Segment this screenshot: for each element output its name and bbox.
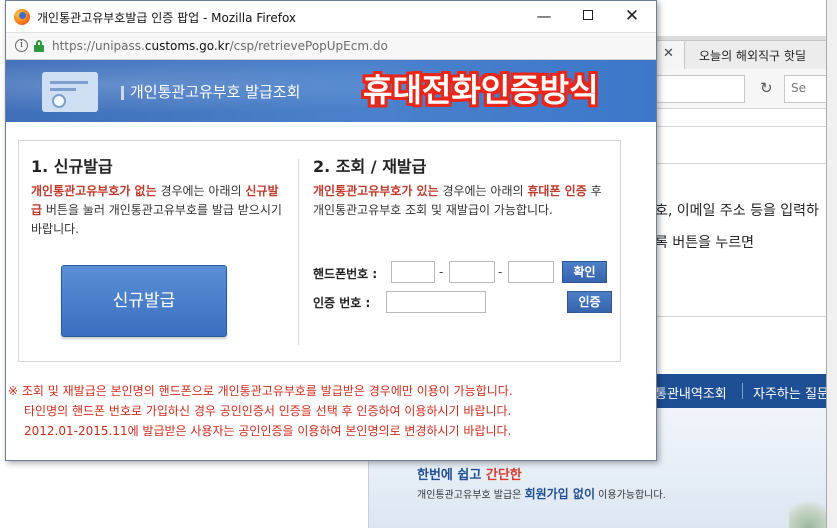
firefox-logo-icon [14,9,30,25]
overlay-caption: 휴대전화인증방식 [363,71,599,109]
description-text: 경우에는 아래의 [438,184,528,198]
hero-text: 간단한 [485,468,522,483]
background-menu-bar: 통관내역조회 자주하는 질문 [655,374,837,408]
phone-dash: - [498,265,503,279]
menu-item-customs-history[interactable]: 통관내역조회 [655,383,727,402]
background-scrollbar[interactable] [826,0,837,528]
url-text[interactable]: https://unipass.customs.go.kr/csp/retrie… [52,39,388,53]
issue-panel: 1. 신규발급 개인통관고유부호가 없는 경우에는 아래의 신규발급 버튼을 눌… [18,140,621,362]
description-text: 경우에는 아래의 [156,184,246,198]
window-title: 개인통관고유부호발급 인증 팝업 - Mozilla Firefox [37,11,297,25]
hero-text: 개인통관고유부호 발급은 [417,490,525,501]
auth-button[interactable]: 인증 [567,291,612,313]
section-reissue-description: 개인통관고유부호가 있는 경우에는 아래의 휴대폰 인증 후 개인통관고유부호 … [313,182,613,220]
confirm-button[interactable]: 확인 [562,261,607,283]
hero-text: 한번 [417,468,441,483]
phone-part2-input[interactable] [449,261,495,283]
highlight-text: 휴대폰 인증 [527,184,587,198]
background-tab[interactable]: 오늘의 해외직구 핫딜 [684,40,837,69]
highlight-text: 개인통관고유부호가 없는 [31,184,157,198]
menu-item-faq[interactable]: 자주하는 질문 [753,383,829,402]
section-new-description: 개인통관고유부호가 없는 경우에는 아래의 신규발급 버튼을 눌러 개인통관고유… [31,182,286,239]
divider [655,163,837,164]
popup-content: 개인통관고유부호 발급조회 휴대전화인증방식 1. 신규발급 개인통관고유부호가… [6,60,656,460]
phone-number-label: 핸드폰번호 : [313,267,378,281]
hero-text: 회원가입 없이 [524,487,595,501]
reload-icon[interactable]: ↻ [760,79,773,97]
description-text: 버튼을 눌러 개인통관고유부호를 발급 받으시기 바랍니다. [31,203,282,236]
lock-icon[interactable] [34,40,44,52]
address-bar[interactable]: i https://unipass.customs.go.kr/csp/retr… [6,32,656,60]
url-path: /csp/retrievePopUpEcm.do [229,39,388,53]
maximize-icon [583,10,593,20]
page-title: 개인통관고유부호 발급조회 [130,83,301,101]
window-title-bar[interactable]: 개인통관고유부호발급 인증 팝업 - Mozilla Firefox — ✕ [6,1,656,32]
phone-part1-input[interactable] [391,261,435,283]
notice-line: 2012.01-2015.11에 발급받은 사용자는 공인인증을 이용하여 본인… [24,424,512,438]
new-issue-button[interactable]: 신규발급 [61,265,227,337]
background-text: 호, 이메일 주소 등을 입력하 [655,203,819,219]
hero-text: 에 쉽고 [440,468,486,483]
hero-headline: 한번에 쉽고 간단한 [417,464,522,483]
phone-part3-input[interactable] [508,261,554,283]
background-text: 록 버튼을 누르면 [655,235,755,251]
maximize-button[interactable] [566,4,610,30]
popup-window: 개인통관고유부호발급 인증 팝업 - Mozilla Firefox — ✕ i… [5,0,657,461]
section-reissue-title: 2. 조회 / 재발급 [313,157,427,176]
phone-dash: - [439,265,444,279]
url-prefix: https://unipass. [52,39,145,53]
divider [655,316,837,317]
url-domain: customs.go.kr [144,39,230,53]
certificate-icon [42,72,98,112]
background-url-field[interactable] [655,75,745,103]
auth-code-input[interactable] [386,291,486,313]
highlight-text: 개인통관고유부호가 있는 [313,184,439,198]
hero-text: 이용가능합니다. [594,490,666,501]
info-icon[interactable]: i [15,39,28,52]
divider [655,126,837,127]
hero-subline: 개인통관고유부호 발급은 회원가입 없이 이용가능합니다. [417,485,666,502]
page-header: 개인통관고유부호 발급조회 휴대전화인증방식 [6,60,656,122]
header-bullet [121,86,124,100]
tab-close-icon[interactable]: ✕ [663,46,674,61]
notice-line: ※ 조회 및 재발급은 본인명의 핸드폰으로 개인통관고유부호를 발급받은 경우… [8,384,513,398]
notice-line: 타인명의 핸드폰 번호로 가입하신 경우 공인인증서 인증을 선택 후 인증하여… [24,404,512,418]
menu-separator [742,383,743,399]
close-window-button[interactable]: ✕ [610,4,654,30]
minimize-button[interactable]: — [522,4,566,30]
auth-code-label: 인증 번호 : [313,296,371,310]
section-divider [298,159,299,345]
section-new-title: 1. 신규발급 [31,157,113,176]
